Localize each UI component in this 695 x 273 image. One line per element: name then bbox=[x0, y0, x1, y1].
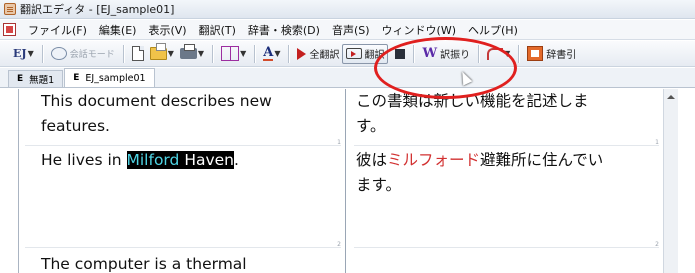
direction-label: EJ bbox=[13, 47, 27, 60]
segment-number: 2 bbox=[337, 241, 341, 248]
segment-number: 1 bbox=[337, 139, 341, 146]
source-text-line: This document describes new bbox=[41, 92, 272, 110]
translate-all-button[interactable]: 全翻訳 bbox=[294, 44, 342, 64]
highlighted-word: Haven bbox=[184, 151, 234, 169]
toolbar-separator bbox=[122, 44, 124, 63]
document-tabs: E 無題1 E EJ_sample01 bbox=[0, 68, 695, 88]
menu-dictionary[interactable]: 辞書・検索(D) bbox=[242, 22, 326, 38]
new-document-button[interactable] bbox=[129, 44, 147, 64]
source-text-line: features. bbox=[41, 117, 110, 135]
font-button[interactable]: A ▼ bbox=[260, 44, 283, 64]
translation-editor: This document describes new features. 1 … bbox=[18, 89, 678, 273]
tab-type-label: E bbox=[73, 73, 80, 83]
toolbar-separator bbox=[254, 44, 256, 63]
print-button[interactable]: ▼ bbox=[177, 44, 207, 64]
window-title: 翻訳エディタ - [EJ_sample01] bbox=[20, 3, 175, 16]
source-text: . bbox=[234, 151, 239, 169]
toolbar-separator bbox=[212, 44, 214, 63]
chevron-down-icon: ▼ bbox=[167, 49, 174, 58]
dictionary-label: 辞書引 bbox=[546, 50, 577, 61]
toolbar-separator bbox=[41, 44, 43, 63]
chevron-down-icon: ▼ bbox=[274, 49, 281, 58]
dialog-mode-button[interactable]: 会話モード bbox=[48, 44, 118, 64]
printer-icon bbox=[179, 44, 197, 59]
toolbar-separator bbox=[288, 44, 290, 63]
segment-number: 2 bbox=[655, 241, 659, 248]
segment-divider bbox=[25, 145, 341, 146]
menu-edit[interactable]: 編集(E) bbox=[93, 22, 143, 38]
menu-translate[interactable]: 翻訳(T) bbox=[193, 22, 242, 38]
source-segment-3[interactable]: The computer is a thermal bbox=[19, 252, 345, 273]
untranslated-word: ミルフォード bbox=[387, 151, 481, 169]
dictionary-icon bbox=[527, 46, 544, 61]
source-segment-1[interactable]: This document describes new features. bbox=[19, 89, 345, 139]
source-pane[interactable]: This document describes new features. 1 … bbox=[19, 89, 346, 273]
font-icon: A bbox=[263, 45, 274, 61]
columns-icon bbox=[221, 46, 240, 61]
tab-type-label: E bbox=[17, 74, 24, 84]
menu-help[interactable]: ヘルプ(H) bbox=[462, 22, 524, 38]
menu-window[interactable]: ウィンドウ(W) bbox=[376, 22, 462, 38]
source-text-line: The computer is a thermal bbox=[41, 255, 247, 273]
open-file-button[interactable]: ▼ bbox=[147, 43, 177, 64]
menu-file[interactable]: ファイル(F) bbox=[22, 22, 93, 38]
target-pane[interactable]: この書類は新しい機能を記述しま す。 1 彼はミルフォード避難所に住んでい ます… bbox=[348, 89, 663, 273]
source-segment-2[interactable]: He lives in Milford Haven. bbox=[19, 148, 345, 173]
tab-untitled[interactable]: E 無題1 bbox=[8, 70, 64, 87]
target-segment-2[interactable]: 彼はミルフォード避難所に住んでい ます。 bbox=[348, 148, 663, 198]
speech-bubble-icon bbox=[50, 47, 67, 60]
tab-label: 無題1 bbox=[29, 75, 55, 86]
menu-view[interactable]: 表示(V) bbox=[142, 22, 192, 38]
source-text: He lives in bbox=[41, 151, 127, 169]
chevron-down-icon: ▼ bbox=[240, 49, 247, 58]
new-document-icon bbox=[131, 46, 144, 61]
open-folder-icon bbox=[149, 43, 167, 60]
segment-divider bbox=[354, 145, 659, 146]
menu-bar: ファイル(F) 編集(E) 表示(V) 翻訳(T) 辞書・検索(D) 音声(S)… bbox=[0, 20, 695, 40]
scroll-up-arrow-icon[interactable] bbox=[667, 95, 675, 99]
segment-divider bbox=[354, 247, 659, 248]
translate-icon bbox=[346, 48, 363, 59]
chevron-down-icon: ▼ bbox=[197, 49, 205, 58]
menu-voice[interactable]: 音声(S) bbox=[326, 22, 376, 38]
app-icon bbox=[4, 3, 16, 15]
target-text-line: す。 bbox=[356, 117, 386, 135]
toolbar-separator bbox=[518, 44, 520, 63]
segment-number: 1 bbox=[655, 139, 659, 146]
tab-label: EJ_sample01 bbox=[85, 72, 146, 84]
direction-dropdown[interactable]: EJ ▼ bbox=[10, 44, 37, 64]
target-text: 避難所に住んでい bbox=[480, 151, 604, 169]
layout-button[interactable]: ▼ bbox=[218, 44, 249, 64]
dialog-mode-label: 会話モード bbox=[69, 50, 115, 60]
highlight-circle-annotation bbox=[374, 37, 517, 99]
target-text-line: ます。 bbox=[356, 176, 401, 194]
vertical-scrollbar[interactable] bbox=[663, 89, 678, 273]
title-bar: 翻訳エディタ - [EJ_sample01] bbox=[0, 0, 695, 19]
translate-all-label: 全翻訳 bbox=[309, 50, 340, 61]
toolbar: EJ ▼ 会話モード ▼ ▼ ▼ A ▼ 全翻訳 翻訳 W 訳振り ▼ 辞書引 bbox=[0, 41, 695, 67]
segment-divider bbox=[25, 247, 341, 248]
document-menu-icon[interactable] bbox=[3, 23, 16, 36]
play-icon bbox=[297, 47, 307, 60]
tab-ej-sample01[interactable]: E EJ_sample01 bbox=[64, 68, 155, 87]
highlighted-word: Milford bbox=[126, 151, 180, 169]
target-text: 彼は bbox=[356, 151, 388, 169]
target-segment-1[interactable]: この書類は新しい機能を記述しま す。 bbox=[348, 89, 663, 139]
dictionary-lookup-button[interactable]: 辞書引 bbox=[524, 44, 579, 64]
chevron-down-icon: ▼ bbox=[27, 49, 34, 58]
